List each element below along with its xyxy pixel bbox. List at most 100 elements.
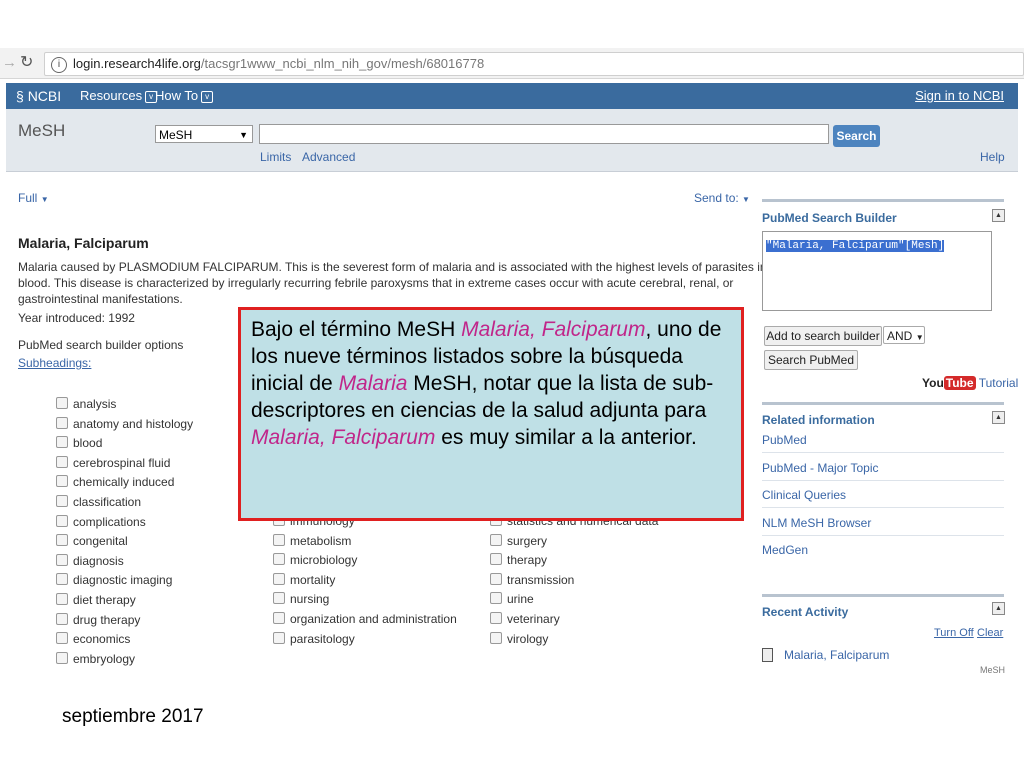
related-link[interactable]: NLM MeSH Browser: [762, 516, 871, 530]
subheading-label: metabolism: [290, 533, 352, 548]
search-input[interactable]: [259, 124, 829, 144]
checkbox-icon[interactable]: [56, 593, 68, 605]
collapse-icon[interactable]: ▲: [992, 209, 1005, 222]
subheading-checkbox[interactable]: complications: [56, 514, 146, 529]
subheading-checkbox[interactable]: diagnosis: [56, 553, 124, 568]
forward-icon[interactable]: →: [2, 54, 17, 71]
info-icon[interactable]: i: [51, 56, 67, 73]
turn-off-link[interactable]: Turn Off: [934, 627, 974, 639]
ncbi-logo[interactable]: § NCBI: [16, 83, 61, 109]
howto-menu[interactable]: How To v: [155, 83, 214, 109]
subheading-checkbox[interactable]: microbiology: [273, 553, 357, 567]
subheading-checkbox[interactable]: therapy: [490, 553, 547, 567]
subheading-checkbox[interactable]: blood: [56, 436, 102, 450]
separator: [762, 534, 1004, 536]
checkbox-icon[interactable]: [56, 455, 68, 468]
resources-menu[interactable]: Resources v: [80, 83, 158, 109]
checkbox-icon[interactable]: [273, 572, 285, 585]
subheading-checkbox[interactable]: diet therapy: [56, 593, 136, 607]
reload-icon[interactable]: ↻: [20, 52, 33, 72]
subheading-checkbox[interactable]: congenital: [56, 534, 128, 548]
limits-link[interactable]: Limits: [260, 150, 291, 164]
subheading-checkbox[interactable]: embryology: [56, 651, 135, 666]
subheading-checkbox[interactable]: urine: [490, 592, 534, 606]
subheadings-link[interactable]: Subheadings:: [18, 356, 91, 370]
subheading-checkbox[interactable]: veterinary: [490, 612, 560, 626]
youtube-tutorial-link[interactable]: You Tube Tutorial: [922, 376, 1018, 390]
subheading-checkbox[interactable]: mortality: [273, 572, 335, 587]
subheading-checkbox[interactable]: economics: [56, 632, 130, 646]
subheading-label: congenital: [73, 534, 128, 549]
separator: [762, 507, 1004, 508]
subheading-checkbox[interactable]: analysis: [56, 397, 116, 411]
related-link[interactable]: MedGen: [762, 543, 808, 557]
checkbox-icon[interactable]: [56, 632, 68, 645]
checkbox-icon[interactable]: [56, 612, 68, 625]
subheading-checkbox[interactable]: anatomy and histology: [56, 416, 193, 431]
help-link[interactable]: Help: [980, 150, 1005, 164]
signin-link[interactable]: Sign in to NCBI: [915, 83, 1004, 109]
checkbox-icon[interactable]: [273, 553, 285, 566]
checkbox-icon[interactable]: [490, 592, 502, 605]
checkbox-icon[interactable]: [273, 631, 285, 644]
related-link[interactable]: PubMed: [762, 433, 807, 447]
checkbox-icon[interactable]: [273, 612, 285, 624]
subheading-label: classification: [73, 495, 142, 509]
checkbox-icon[interactable]: [56, 514, 68, 527]
subheading-checkbox[interactable]: chemically induced: [56, 475, 174, 489]
subheading-checkbox[interactable]: transmission: [490, 572, 575, 587]
checkbox-icon[interactable]: [490, 612, 502, 624]
add-to-builder-button[interactable]: Add to search builder: [764, 326, 882, 346]
subheading-label: economics: [73, 632, 131, 647]
checkbox-icon[interactable]: [56, 416, 68, 429]
format-menu[interactable]: Full ▼: [18, 191, 49, 205]
subheading-label: diagnosis: [73, 553, 124, 568]
subheading-checkbox[interactable]: classification: [56, 495, 141, 509]
checkbox-icon[interactable]: [56, 651, 68, 664]
address-bar[interactable]: i login.research4life.org/tacsgr1www_ncbi…: [44, 52, 1024, 76]
collapse-icon[interactable]: ▲: [992, 411, 1005, 424]
checkbox-icon[interactable]: [490, 631, 502, 644]
advanced-link[interactable]: Advanced: [302, 150, 355, 164]
checkbox-icon[interactable]: [490, 553, 502, 566]
operator-select[interactable]: AND ▼: [883, 326, 925, 344]
checkbox-icon[interactable]: [273, 533, 285, 546]
subheading-checkbox[interactable]: cerebrospinal fluid: [56, 455, 171, 470]
document-icon: [762, 648, 773, 662]
checkbox-icon[interactable]: [490, 533, 502, 546]
checkbox-icon[interactable]: [490, 572, 502, 585]
record-title: Malaria, Falciparum: [18, 235, 149, 251]
search-button[interactable]: Search: [833, 125, 880, 147]
related-link[interactable]: PubMed - Major Topic: [762, 461, 879, 475]
subheading-checkbox[interactable]: surgery: [490, 533, 547, 548]
subheading-checkbox[interactable]: nursing: [273, 592, 329, 606]
subheading-checkbox[interactable]: diagnostic imaging: [56, 573, 172, 587]
send-to-menu[interactable]: Send to: ▼: [694, 191, 750, 205]
subheading-label: cerebrospinal fluid: [73, 455, 171, 470]
subheading-checkbox[interactable]: parasitology: [273, 631, 355, 646]
related-link[interactable]: Clinical Queries: [762, 488, 846, 502]
checkbox-icon[interactable]: [56, 553, 68, 566]
recent-item-link[interactable]: Malaria, Falciparum: [784, 648, 889, 662]
collapse-icon[interactable]: ▲: [992, 602, 1005, 615]
subheading-checkbox[interactable]: virology: [490, 631, 548, 646]
checkbox-icon[interactable]: [56, 436, 68, 449]
checkbox-icon[interactable]: [56, 475, 68, 488]
separator: [762, 479, 1004, 481]
subheading-checkbox[interactable]: organization and administration: [273, 612, 457, 626]
checkbox-icon[interactable]: [56, 573, 68, 586]
search-pubmed-button[interactable]: Search PubMed: [764, 350, 858, 370]
chevron-down-icon: ▼: [40, 195, 49, 204]
checkbox-icon[interactable]: [56, 397, 68, 409]
db-select[interactable]: MeSH ▼: [155, 125, 253, 143]
clear-link[interactable]: Clear: [977, 627, 1003, 639]
checkbox-icon[interactable]: [56, 534, 68, 547]
url-host: login.research4life.org: [73, 56, 201, 71]
builder-query-textarea[interactable]: "Malaria, Falciparum"[Mesh]: [762, 231, 992, 311]
checkbox-icon[interactable]: [273, 592, 285, 605]
subheading-label: complications: [73, 514, 146, 529]
subheading-label: transmission: [507, 572, 575, 587]
subheading-checkbox[interactable]: drug therapy: [56, 612, 140, 627]
subheading-checkbox[interactable]: metabolism: [273, 533, 352, 548]
checkbox-icon[interactable]: [56, 495, 68, 507]
